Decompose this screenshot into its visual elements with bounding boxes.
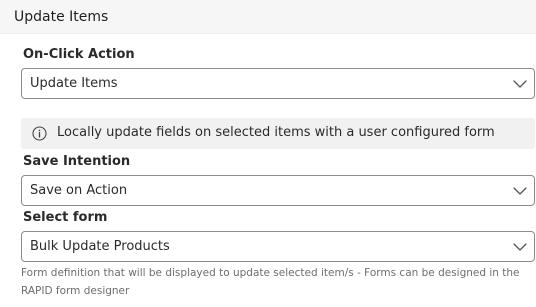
select-form-label: Select form bbox=[23, 210, 108, 225]
on-click-action-select[interactable]: Update Items bbox=[21, 68, 535, 99]
on-click-action-value: Update Items bbox=[30, 76, 118, 91]
chevron-down-icon bbox=[513, 243, 527, 251]
chevron-down-icon bbox=[513, 187, 527, 195]
save-intention-select[interactable]: Save on Action bbox=[21, 175, 535, 206]
save-intention-value: Save on Action bbox=[30, 183, 128, 198]
on-click-action-label: On-Click Action bbox=[23, 47, 135, 62]
chevron-down-icon bbox=[513, 80, 527, 88]
select-form-value: Bulk Update Products bbox=[30, 239, 170, 254]
panel-header: Update Items bbox=[0, 0, 536, 34]
select-form-help-text: Form definition that will be displayed t… bbox=[21, 267, 520, 297]
info-message: Locally update fields on selected items … bbox=[21, 118, 535, 149]
panel-title: Update Items bbox=[14, 9, 109, 25]
save-intention-label: Save Intention bbox=[23, 154, 131, 169]
select-form-select[interactable]: Bulk Update Products bbox=[21, 231, 535, 262]
info-icon bbox=[32, 126, 47, 141]
info-text: Locally update fields on selected items … bbox=[57, 125, 495, 140]
